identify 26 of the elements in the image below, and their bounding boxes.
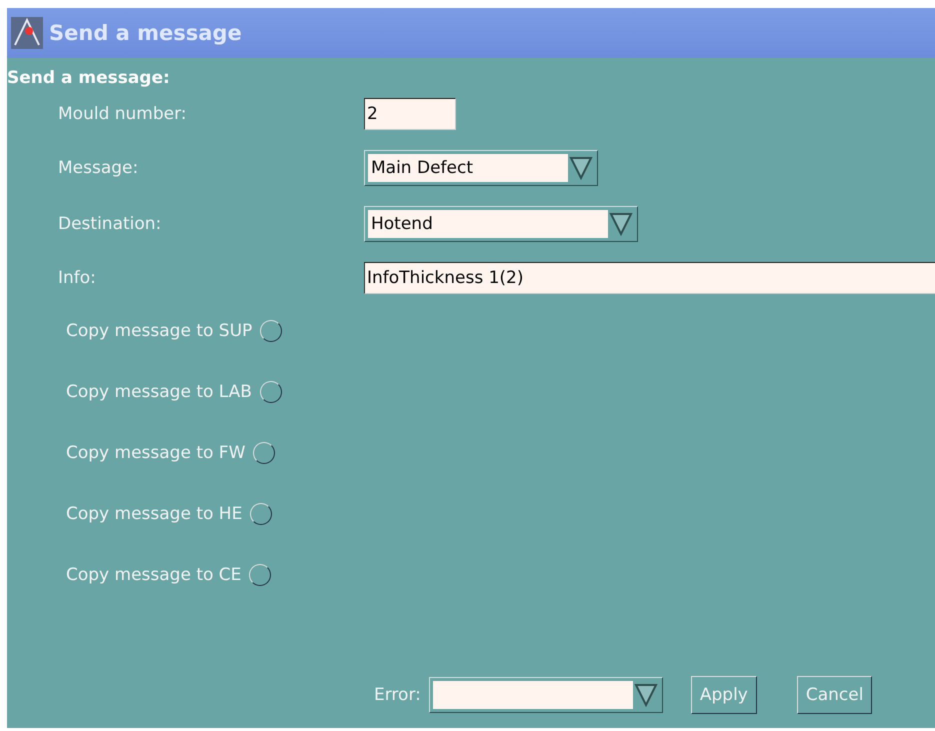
option-label: Copy message to FW (66, 443, 246, 463)
option-label: Copy message to CE (66, 565, 242, 585)
option-label: Copy message to LAB (66, 382, 252, 402)
app-logo-icon (11, 17, 43, 49)
error-dropdown[interactable] (428, 677, 663, 713)
field-label: Message: (58, 158, 138, 178)
radio-button[interactable] (260, 320, 282, 342)
radio-button[interactable] (260, 381, 282, 403)
dropdown-arrow-icon (632, 681, 659, 707)
option-label: Copy message to SUP (66, 321, 252, 341)
dropdown[interactable]: Main Defect (364, 150, 598, 186)
field-label: Mould number: (58, 104, 187, 124)
option-label: Copy message to HE (66, 504, 242, 524)
dropdown-arrow-icon (608, 210, 634, 236)
error-label: Error: (374, 685, 421, 705)
form-heading: Send a message: (7, 68, 170, 88)
radio-button[interactable] (250, 503, 272, 525)
radio-button[interactable] (253, 442, 276, 464)
radio-button[interactable] (249, 564, 272, 586)
text-field[interactable]: 2 (364, 98, 456, 130)
text-field[interactable]: InfoThickness 1(2) (364, 262, 935, 294)
field-label: Destination: (58, 214, 162, 234)
dropdown-arrow-icon (568, 154, 594, 180)
window-title: Send a message (49, 21, 242, 45)
dropdown[interactable]: Hotend (364, 206, 638, 242)
field-label: Info: (58, 268, 96, 288)
